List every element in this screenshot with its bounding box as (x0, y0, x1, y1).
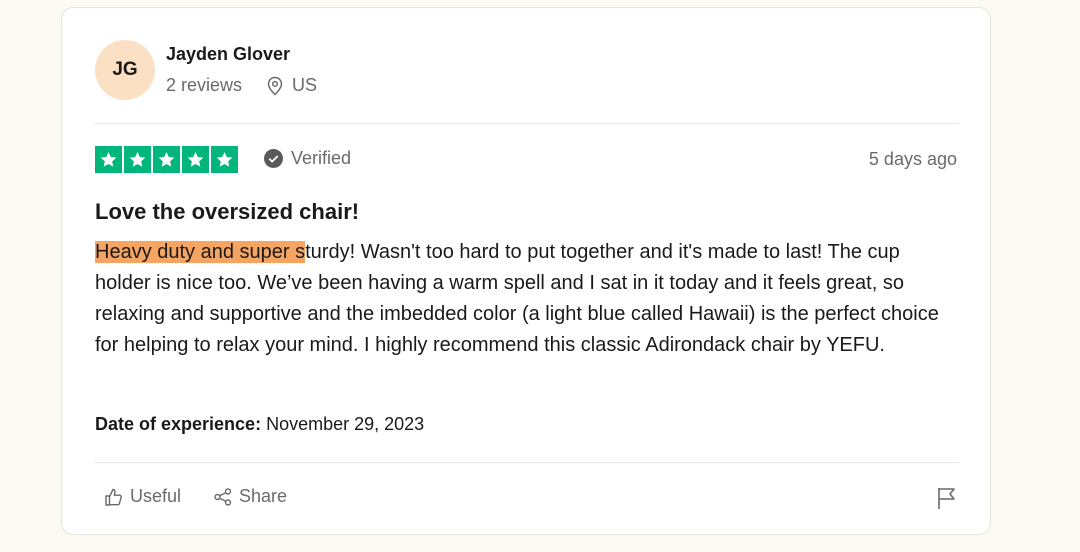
flag-icon (938, 488, 955, 509)
star-icon (182, 146, 209, 173)
review-actions: Useful Share (104, 486, 319, 507)
star-icon (124, 146, 151, 173)
experience-date: November 29, 2023 (266, 414, 425, 434)
divider (95, 462, 959, 463)
share-label: Share (239, 486, 288, 506)
reviewer-meta: 2 reviews US (166, 75, 317, 96)
review-date: 5 days ago (868, 149, 957, 169)
experience-label: Date of experience: (95, 414, 262, 434)
avatar-initials: JG (112, 59, 138, 80)
review-count: 2 reviews (166, 75, 243, 95)
flag-button[interactable] (936, 486, 958, 510)
verified-label: Verified (291, 148, 352, 168)
divider (95, 123, 959, 124)
star-rating (95, 146, 238, 173)
verified-badge[interactable]: Verified (264, 148, 351, 169)
star-icon (95, 146, 122, 173)
star-icon (153, 146, 180, 173)
check-circle-icon (264, 149, 283, 168)
reviewer-country: US (292, 75, 318, 95)
review-body: Heavy duty and super sturdy! Wasn't too … (95, 237, 955, 361)
share-button[interactable]: Share (213, 486, 287, 507)
reviewer-name[interactable]: Jayden Glover (166, 44, 290, 65)
date-of-experience: Date of experience: November 29, 2023 (95, 414, 424, 435)
star-icon (211, 146, 238, 173)
review-card: JG Jayden Glover 2 reviews US Verified 5… (61, 7, 991, 535)
thumbs-up-icon (105, 488, 122, 506)
review-title[interactable]: Love the oversized chair! (95, 199, 359, 225)
useful-label: Useful (130, 486, 182, 506)
useful-button[interactable]: Useful (104, 486, 181, 507)
location-pin-icon (266, 76, 284, 96)
highlighted-text: Heavy duty and super s (95, 241, 306, 263)
avatar[interactable]: JG (95, 40, 155, 100)
share-icon (214, 487, 232, 506)
